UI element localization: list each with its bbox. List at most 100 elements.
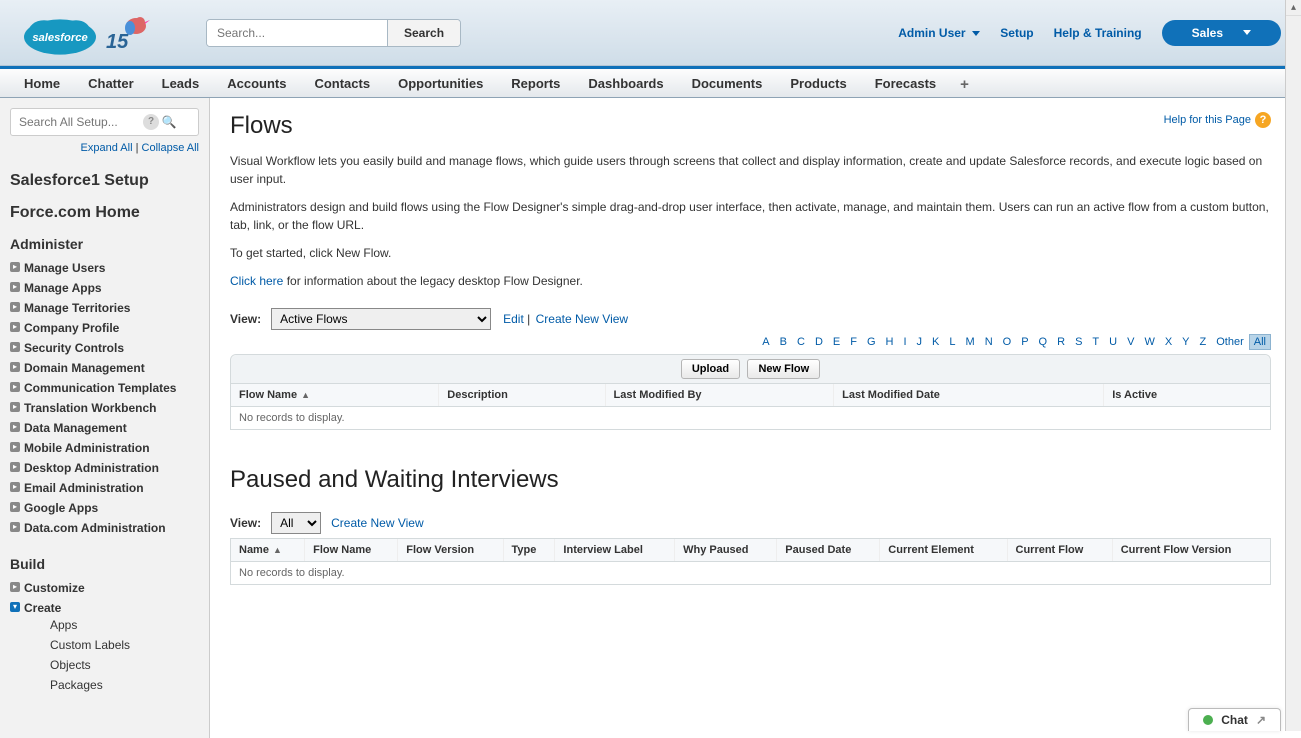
alpha-filter-k[interactable]: K bbox=[927, 334, 944, 350]
expand-icon[interactable]: ▸ bbox=[10, 482, 20, 492]
sidebar-item-data-management[interactable]: Data Management bbox=[24, 421, 127, 435]
alpha-filter-i[interactable]: I bbox=[898, 334, 911, 350]
sidebar-item-packages[interactable]: Packages bbox=[50, 678, 103, 692]
col-description[interactable]: Description bbox=[439, 384, 605, 407]
setup-search-input[interactable] bbox=[13, 111, 143, 133]
sidebar-item-translation-workbench[interactable]: Translation Workbench bbox=[24, 401, 156, 415]
search-input[interactable] bbox=[207, 20, 387, 46]
sidebar-item-company-profile[interactable]: Company Profile bbox=[24, 321, 119, 335]
chat-widget[interactable]: Chat ↗ bbox=[1188, 708, 1281, 731]
tab-home[interactable]: Home bbox=[10, 69, 74, 97]
alpha-filter-b[interactable]: B bbox=[775, 334, 792, 350]
expand-icon[interactable]: ▸ bbox=[10, 422, 20, 432]
sidebar-item-google-apps[interactable]: Google Apps bbox=[24, 501, 98, 515]
tab-leads[interactable]: Leads bbox=[148, 69, 214, 97]
help-circle-icon[interactable]: ? bbox=[143, 114, 159, 130]
help-training-link[interactable]: Help & Training bbox=[1054, 26, 1142, 40]
alpha-filter-p[interactable]: P bbox=[1016, 334, 1033, 350]
alpha-filter-d[interactable]: D bbox=[810, 334, 828, 350]
expand-icon[interactable]: ▸ bbox=[10, 342, 20, 352]
alpha-filter-x[interactable]: X bbox=[1160, 334, 1177, 350]
alpha-filter-all[interactable]: All bbox=[1249, 334, 1271, 350]
expand-icon[interactable]: ▸ bbox=[10, 442, 20, 452]
sidebar-item-manage-apps[interactable]: Manage Apps bbox=[24, 281, 102, 295]
sidebar-item-mobile-administration[interactable]: Mobile Administration bbox=[24, 441, 150, 455]
alpha-filter-m[interactable]: M bbox=[961, 334, 980, 350]
alpha-filter-h[interactable]: H bbox=[881, 334, 899, 350]
sidebar-item-customize[interactable]: Customize bbox=[24, 581, 85, 595]
sidebar-item-manage-users[interactable]: Manage Users bbox=[24, 261, 105, 275]
pcol-name[interactable]: Name▲ bbox=[231, 539, 305, 562]
search-icon[interactable]: 🔍 bbox=[161, 114, 177, 130]
col-is-active[interactable]: Is Active bbox=[1104, 384, 1270, 407]
alpha-filter-t[interactable]: T bbox=[1087, 334, 1104, 350]
sidebar-item-apps[interactable]: Apps bbox=[50, 618, 77, 632]
alpha-filter-n[interactable]: N bbox=[980, 334, 998, 350]
pcol-flow-version[interactable]: Flow Version bbox=[398, 539, 503, 562]
expand-icon[interactable]: ▸ bbox=[10, 582, 20, 592]
new-flow-button[interactable]: New Flow bbox=[747, 359, 820, 379]
pcol-paused-date[interactable]: Paused Date bbox=[777, 539, 880, 562]
sidebar-item-objects[interactable]: Objects bbox=[50, 658, 91, 672]
collapse-icon[interactable]: ▾ bbox=[10, 602, 20, 612]
click-here-link[interactable]: Click here bbox=[230, 274, 283, 288]
user-menu[interactable]: Admin User bbox=[898, 26, 980, 40]
alpha-filter-q[interactable]: Q bbox=[1034, 334, 1053, 350]
upload-button[interactable]: Upload bbox=[681, 359, 740, 379]
expand-icon[interactable]: ▸ bbox=[10, 522, 20, 532]
pcol-current-element[interactable]: Current Element bbox=[880, 539, 1007, 562]
tab-add-icon[interactable]: + bbox=[950, 69, 979, 97]
alpha-filter-j[interactable]: J bbox=[912, 334, 928, 350]
expand-all-link[interactable]: Expand All bbox=[81, 142, 133, 154]
alpha-filter-r[interactable]: R bbox=[1052, 334, 1070, 350]
sidebar-item-communication-templates[interactable]: Communication Templates bbox=[24, 381, 176, 395]
app-menu[interactable]: Sales bbox=[1162, 20, 1281, 46]
expand-icon[interactable]: ▸ bbox=[10, 382, 20, 392]
tab-accounts[interactable]: Accounts bbox=[213, 69, 300, 97]
alpha-filter-o[interactable]: O bbox=[998, 334, 1017, 350]
edit-view-link[interactable]: Edit bbox=[503, 312, 524, 326]
tab-chatter[interactable]: Chatter bbox=[74, 69, 148, 97]
sidebar-item-desktop-administration[interactable]: Desktop Administration bbox=[24, 461, 159, 475]
alpha-filter-f[interactable]: F bbox=[845, 334, 862, 350]
expand-icon[interactable]: ▸ bbox=[10, 362, 20, 372]
help-for-page-link[interactable]: Help for this Page? bbox=[1164, 112, 1271, 128]
alpha-filter-w[interactable]: W bbox=[1139, 334, 1159, 350]
paused-view-select[interactable]: All bbox=[271, 512, 321, 534]
pcol-interview-label[interactable]: Interview Label bbox=[555, 539, 675, 562]
tab-forecasts[interactable]: Forecasts bbox=[861, 69, 950, 97]
sidebar-item-create[interactable]: Create bbox=[24, 601, 61, 615]
alpha-filter-a[interactable]: A bbox=[757, 334, 774, 350]
collapse-all-link[interactable]: Collapse All bbox=[142, 142, 199, 154]
sidebar-item-manage-territories[interactable]: Manage Territories bbox=[24, 301, 130, 315]
sidebar-item-email-administration[interactable]: Email Administration bbox=[24, 481, 144, 495]
scrollbar[interactable]: ▴ bbox=[1285, 0, 1301, 731]
tab-documents[interactable]: Documents bbox=[678, 69, 777, 97]
expand-icon[interactable]: ▸ bbox=[10, 502, 20, 512]
pcol-current-flow[interactable]: Current Flow bbox=[1007, 539, 1112, 562]
col-last-modified-by[interactable]: Last Modified By bbox=[605, 384, 834, 407]
force-home-link[interactable]: Force.com Home bbox=[0, 196, 209, 228]
alpha-filter-e[interactable]: E bbox=[828, 334, 845, 350]
expand-icon[interactable]: ▸ bbox=[10, 302, 20, 312]
tab-opportunities[interactable]: Opportunities bbox=[384, 69, 497, 97]
alpha-filter-u[interactable]: U bbox=[1104, 334, 1122, 350]
pcol-why-paused[interactable]: Why Paused bbox=[675, 539, 777, 562]
expand-icon[interactable]: ▸ bbox=[10, 462, 20, 472]
alpha-filter-l[interactable]: L bbox=[944, 334, 960, 350]
pcol-type[interactable]: Type bbox=[503, 539, 555, 562]
alpha-filter-y[interactable]: Y bbox=[1177, 334, 1194, 350]
expand-icon[interactable]: ▸ bbox=[10, 262, 20, 272]
expand-icon[interactable]: ▸ bbox=[10, 322, 20, 332]
col-last-modified-date[interactable]: Last Modified Date bbox=[834, 384, 1104, 407]
view-select[interactable]: Active Flows bbox=[271, 308, 491, 330]
expand-icon[interactable]: ▸ bbox=[10, 282, 20, 292]
alpha-filter-c[interactable]: C bbox=[792, 334, 810, 350]
pcol-flow-name[interactable]: Flow Name bbox=[305, 539, 398, 562]
tab-reports[interactable]: Reports bbox=[497, 69, 574, 97]
setup-link[interactable]: Setup bbox=[1000, 26, 1033, 40]
col-flow-name[interactable]: Flow Name▲ bbox=[231, 384, 439, 407]
expand-icon[interactable]: ▸ bbox=[10, 402, 20, 412]
paused-create-view-link[interactable]: Create New View bbox=[331, 516, 423, 530]
sf1-setup-link[interactable]: Salesforce1 Setup bbox=[0, 164, 209, 196]
